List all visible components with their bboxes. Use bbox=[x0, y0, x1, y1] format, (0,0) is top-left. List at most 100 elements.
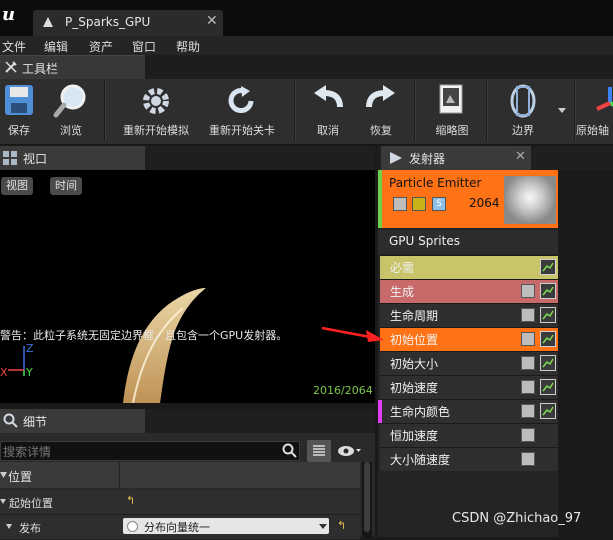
menu-window[interactable]: 窗口 bbox=[132, 38, 156, 55]
property-label: 发布 bbox=[19, 522, 41, 535]
emitters-panel: Particle Emitter S 2064 GPU Sprites 必需 生成… bbox=[378, 170, 613, 537]
restart-level-icon bbox=[228, 86, 254, 114]
curve-editor-icon[interactable] bbox=[540, 331, 556, 347]
toolbar-separator bbox=[414, 81, 416, 141]
module-label: 初始位置 bbox=[390, 333, 439, 347]
distribution-value: 分布向量统一 bbox=[144, 521, 210, 534]
viewport-title: 视口 bbox=[23, 152, 48, 166]
chevron-down-icon bbox=[319, 524, 327, 529]
toolbar-separator bbox=[486, 81, 488, 141]
property-label: 起始位置 bbox=[9, 497, 53, 510]
section-title: 位置 bbox=[8, 470, 33, 484]
emitters-tab[interactable]: 发射器 ✕ bbox=[381, 146, 531, 170]
undo-label: 取消 bbox=[317, 124, 339, 137]
type-data-row[interactable]: GPU Sprites bbox=[378, 230, 558, 254]
property-matrix-button[interactable] bbox=[307, 440, 331, 462]
emitter-header[interactable]: Particle Emitter S 2064 bbox=[378, 170, 558, 228]
save-icon bbox=[5, 85, 33, 115]
distribution-dropdown[interactable]: 分布向量统一 bbox=[123, 518, 329, 534]
module-row[interactable]: 生命内颜色 bbox=[378, 399, 558, 423]
section-location[interactable]: 位置 bbox=[0, 462, 360, 488]
module-row[interactable]: 大小随速度 bbox=[380, 447, 558, 471]
type-data-label: GPU Sprites bbox=[389, 234, 460, 248]
emitters-title: 发射器 bbox=[409, 152, 446, 166]
module-enable-checkbox[interactable] bbox=[521, 428, 535, 442]
origin-axis-button[interactable]: 原始轴 bbox=[576, 79, 613, 144]
curve-editor-icon[interactable] bbox=[540, 259, 556, 275]
bounds-label: 边界 bbox=[512, 124, 534, 137]
module-enable-checkbox[interactable] bbox=[521, 452, 535, 466]
viewport-tab[interactable]: 视口 bbox=[0, 146, 145, 170]
curve-editor-icon[interactable] bbox=[540, 403, 556, 419]
module-enable-checkbox[interactable] bbox=[521, 356, 535, 370]
search-details-input[interactable]: 搜索详情 bbox=[0, 441, 300, 461]
restart-level-button[interactable]: 重新开始关卡 bbox=[200, 79, 284, 144]
module-row[interactable]: 生命周期 bbox=[380, 303, 558, 327]
module-row[interactable]: 生成 bbox=[380, 279, 558, 303]
viewport-canvas[interactable]: 视图 时间 警告：此粒子系统无固定边界框，且包含一个GPU发射器。 Z Y X … bbox=[0, 170, 375, 403]
module-row[interactable]: 必需 bbox=[380, 255, 558, 279]
emitter-solo-icon[interactable]: S bbox=[432, 197, 446, 211]
module-enable-checkbox[interactable] bbox=[521, 308, 535, 322]
details-panel: 搜索详情 位置 起始位置 ↰ 发布 分布向量统一 ↰ bbox=[0, 433, 375, 540]
undo-button[interactable]: 取消 bbox=[304, 79, 352, 144]
reset-arrow-icon[interactable]: ↰ bbox=[126, 494, 135, 507]
curve-editor-icon[interactable] bbox=[540, 355, 556, 371]
close-tab-icon[interactable]: ✕ bbox=[515, 149, 526, 164]
emitter-column: Particle Emitter S 2064 GPU Sprites 必需 生成… bbox=[378, 170, 558, 537]
menu-asset[interactable]: 资产 bbox=[89, 38, 113, 55]
chevron-down-icon bbox=[558, 108, 566, 113]
eye-icon[interactable] bbox=[337, 444, 361, 458]
axis-z-label: Z bbox=[26, 342, 34, 355]
list-icon bbox=[313, 445, 325, 456]
save-label: 保存 bbox=[8, 124, 30, 137]
thumbnail-label: 缩略图 bbox=[435, 124, 469, 137]
bounds-dropdown[interactable] bbox=[554, 79, 570, 144]
module-label: 初始大小 bbox=[390, 357, 439, 371]
toolbar: 保存 浏览 重新开始模拟 重新开始关卡 取消 恢复 缩略图 边界 原始轴 bbox=[0, 79, 613, 145]
module-label: 生命内颜色 bbox=[390, 405, 451, 419]
curve-editor-icon[interactable] bbox=[540, 283, 556, 299]
bounds-icon bbox=[510, 84, 536, 118]
browse-button[interactable]: 浏览 bbox=[48, 79, 94, 144]
menu-help[interactable]: 帮助 bbox=[176, 38, 200, 55]
module-row[interactable]: 初始位置 bbox=[380, 327, 558, 351]
toolbar-title: 工具栏 bbox=[22, 62, 59, 76]
module-enable-checkbox[interactable] bbox=[521, 332, 535, 346]
redo-button[interactable]: 恢复 bbox=[357, 79, 405, 144]
emitter-thumbnail bbox=[504, 176, 556, 224]
module-row[interactable]: 初始大小 bbox=[380, 351, 558, 375]
collapse-triangle-icon[interactable] bbox=[0, 498, 7, 505]
thumbnail-icon bbox=[439, 84, 463, 114]
curve-editor-icon[interactable] bbox=[540, 307, 556, 323]
collapse-triangle-icon[interactable] bbox=[6, 523, 13, 530]
module-row[interactable]: 恒加速度 bbox=[380, 423, 558, 447]
menu-file[interactable]: 文件 bbox=[2, 38, 26, 55]
tools-icon bbox=[5, 61, 17, 73]
bounds-button[interactable]: 边界 bbox=[496, 79, 550, 144]
module-enable-checkbox[interactable] bbox=[521, 380, 535, 394]
thumbnail-button[interactable]: 缩略图 bbox=[424, 79, 480, 144]
distribution-icon bbox=[127, 521, 138, 532]
time-button[interactable]: 时间 bbox=[50, 177, 82, 195]
annotation-arrow bbox=[321, 326, 384, 342]
toolbar-separator bbox=[104, 81, 106, 141]
restart-sim-button[interactable]: 重新开始模拟 bbox=[114, 79, 198, 144]
module-enable-checkbox[interactable] bbox=[521, 404, 535, 418]
details-tab[interactable]: 细节 bbox=[0, 409, 145, 433]
close-tab-icon[interactable]: ✕ bbox=[206, 13, 218, 29]
menu-edit[interactable]: 编辑 bbox=[44, 38, 68, 55]
emitter-render-mode-icon[interactable] bbox=[412, 197, 426, 211]
module-row[interactable]: 初始速度 bbox=[380, 375, 558, 399]
emitter-enable-checkbox[interactable] bbox=[393, 197, 407, 211]
scrollbar-thumb[interactable] bbox=[364, 462, 370, 532]
search-icon[interactable] bbox=[282, 443, 297, 458]
axis-x-label: X bbox=[0, 366, 8, 379]
details-scrollbar[interactable] bbox=[362, 462, 372, 537]
save-button[interactable]: 保存 bbox=[0, 79, 38, 144]
asset-tab[interactable]: P_Sparks_GPU ✕ bbox=[33, 10, 223, 36]
reset-arrow-icon[interactable]: ↰ bbox=[337, 519, 346, 532]
curve-editor-icon[interactable] bbox=[540, 379, 556, 395]
view-button[interactable]: 视图 bbox=[1, 177, 33, 195]
module-enable-checkbox[interactable] bbox=[521, 284, 535, 298]
